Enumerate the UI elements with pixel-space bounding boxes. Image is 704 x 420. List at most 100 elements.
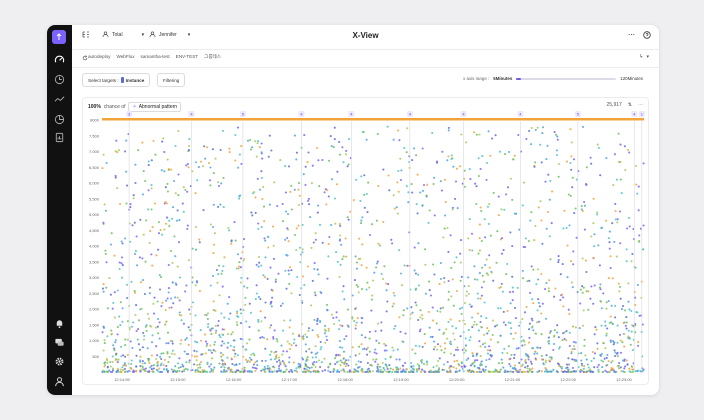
data-point [134, 181, 137, 185]
data-point [260, 170, 263, 173]
data-point [339, 238, 342, 241]
user-profile-icon[interactable] [53, 375, 66, 388]
data-point [160, 169, 163, 172]
report-icon[interactable] [53, 131, 66, 144]
analysis-icon[interactable] [53, 73, 66, 86]
data-point [159, 229, 162, 232]
data-point [287, 269, 290, 272]
data-point [236, 253, 240, 256]
data-point [377, 370, 380, 373]
data-point [167, 167, 171, 171]
data-point [174, 144, 177, 148]
data-point [454, 348, 458, 351]
data-point [257, 296, 260, 299]
data-point [494, 368, 497, 371]
data-point [327, 369, 330, 372]
data-point [203, 333, 207, 336]
data-point [339, 346, 342, 349]
data-point [560, 365, 563, 369]
data-point [399, 157, 402, 160]
breadcrumb-item[interactable]: WebFlux [116, 54, 134, 60]
range-slider[interactable] [516, 77, 617, 80]
data-point [143, 334, 146, 337]
data-point [327, 195, 330, 198]
data-point [488, 358, 491, 361]
data-point [587, 366, 590, 369]
pie-chart-icon[interactable] [53, 113, 66, 126]
more-options-icon[interactable]: ⋯ [628, 32, 635, 39]
data-point [180, 319, 183, 322]
data-point [228, 151, 231, 154]
data-point [309, 370, 312, 374]
data-point [499, 334, 502, 337]
xview-scatter-chart[interactable]: 34544444541 80005001,0001,5002,0002,5003… [83, 98, 649, 384]
data-point [511, 198, 514, 201]
data-point [578, 327, 581, 330]
data-point [168, 219, 171, 222]
data-point [638, 240, 641, 243]
data-point [556, 324, 559, 327]
data-point [623, 367, 626, 370]
breadcrumb-item[interactable]: autodeploy [88, 54, 110, 60]
data-point [634, 370, 637, 373]
data-point [314, 345, 317, 348]
data-point [452, 332, 455, 335]
data-point [226, 356, 229, 359]
app-logo-icon[interactable] [52, 30, 66, 44]
data-point [375, 266, 378, 269]
trend-icon[interactable] [53, 93, 66, 106]
data-point [121, 366, 124, 369]
data-point [102, 221, 105, 224]
data-point [174, 255, 177, 258]
lightning-icon[interactable]: ϟ [640, 54, 643, 60]
data-point [159, 276, 163, 279]
data-point [508, 362, 511, 366]
data-point [614, 316, 617, 319]
data-point [521, 370, 525, 373]
dashboard-gauge-icon[interactable] [53, 53, 66, 66]
filtering-button[interactable]: Filtering [157, 73, 186, 87]
data-point [557, 258, 560, 262]
breadcrumb-item[interactable]: ENV-TEST [176, 54, 198, 60]
chart-points[interactable] [101, 125, 645, 374]
data-point [135, 304, 138, 307]
data-point [233, 346, 236, 349]
settings-gear-icon[interactable] [53, 355, 66, 368]
data-point [323, 191, 326, 194]
data-point [240, 145, 243, 148]
range-slider-fill[interactable] [516, 77, 522, 80]
data-point [178, 311, 181, 314]
data-point [602, 342, 605, 345]
data-point [161, 233, 164, 236]
data-point [347, 218, 350, 221]
data-point [607, 237, 610, 240]
data-point [238, 362, 241, 365]
chevron-down-icon[interactable]: ▾ [646, 54, 649, 60]
data-point [548, 235, 551, 238]
data-point [384, 344, 387, 347]
data-point [575, 236, 578, 239]
notification-bell-icon[interactable] [53, 317, 66, 330]
data-point [565, 363, 569, 366]
data-point [550, 222, 553, 225]
data-point [469, 336, 472, 339]
data-point [360, 321, 363, 324]
chat-icon[interactable] [53, 336, 66, 349]
select-targets-button[interactable]: Select targets : Instance [82, 73, 151, 87]
data-point [141, 279, 145, 282]
data-point [441, 368, 444, 371]
breadcrumb-item[interactable]: 그룹테스 [204, 54, 221, 60]
data-point [273, 181, 276, 184]
data-point [295, 227, 298, 230]
data-point [222, 364, 225, 367]
data-point [477, 252, 480, 255]
data-point [221, 129, 225, 132]
data-point [106, 370, 109, 373]
data-point [360, 219, 363, 222]
data-point [359, 361, 362, 364]
data-point [303, 367, 306, 370]
breadcrumb-item[interactable]: samantha-test [141, 54, 170, 60]
help-icon[interactable] [643, 31, 651, 39]
data-point [609, 321, 613, 324]
data-point [287, 165, 291, 168]
